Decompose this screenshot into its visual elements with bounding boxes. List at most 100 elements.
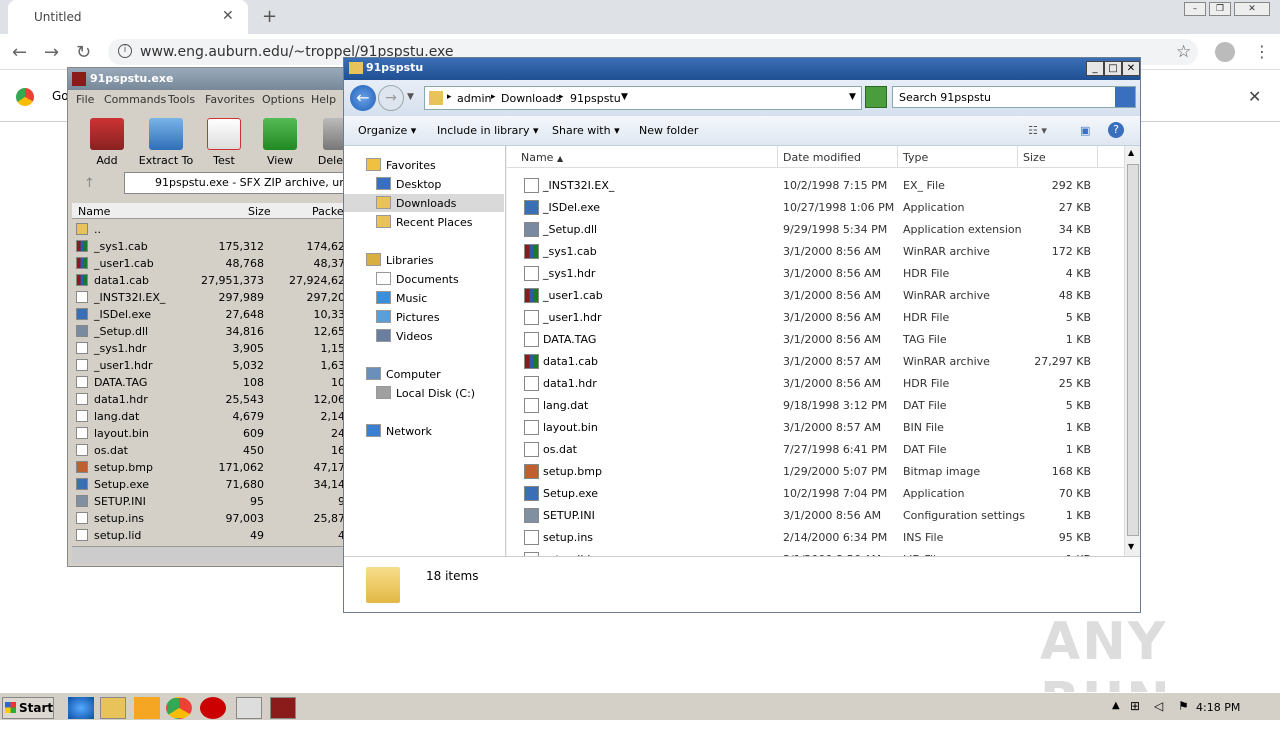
winrar-col-size[interactable]: Size: [248, 205, 271, 218]
add-button[interactable]: Add: [80, 118, 134, 167]
share-with-button[interactable]: Share with ▾: [552, 124, 620, 137]
show-hidden-icons-chevron-icon[interactable]: ▲: [1112, 700, 1120, 711]
archive-tool-icon[interactable]: [236, 697, 262, 719]
col-type[interactable]: Type: [903, 151, 928, 164]
nav-item-pictures[interactable]: Pictures: [344, 308, 504, 326]
search-input[interactable]: Search 91pspstu: [892, 86, 1136, 108]
winrar-list-item[interactable]: setup.bmp 171,062 47,175: [72, 459, 354, 476]
back-arrow-icon[interactable]: ←: [12, 42, 27, 63]
winrar-title-bar[interactable]: 91pspstu.exe: [68, 68, 358, 90]
bookmark-star-icon[interactable]: ☆: [1176, 42, 1191, 62]
chrome-taskbar-icon[interactable]: [166, 697, 192, 719]
refresh-icon[interactable]: [865, 86, 887, 108]
extract-to-button[interactable]: Extract To: [138, 118, 194, 167]
winrar-taskbar-icon[interactable]: [270, 697, 296, 719]
file-row[interactable]: os.dat 7/27/1998 6:41 PM DAT File 1 KB: [507, 438, 1124, 460]
winrar-menu-favorites[interactable]: Favorites: [205, 93, 255, 106]
file-row[interactable]: layout.bin 3/1/2000 8:57 AM BIN File 1 KB: [507, 416, 1124, 438]
winrar-list-item[interactable]: layout.bin 609 243: [72, 425, 354, 442]
nav-item-music[interactable]: Music: [344, 289, 504, 307]
winrar-list-item[interactable]: Setup.exe 71,680 34,141: [72, 476, 354, 493]
explorer-maximize-button[interactable]: □: [1104, 61, 1122, 76]
winrar-list-item[interactable]: DATA.TAG 108 103: [72, 374, 354, 391]
search-icon[interactable]: [1115, 87, 1135, 107]
tab-close-icon[interactable]: ✕: [222, 8, 234, 24]
recent-pages-chevron-icon[interactable]: ▼: [407, 92, 414, 102]
breadcrumb-91pspstu[interactable]: 91pspstu: [570, 92, 621, 105]
file-row[interactable]: _sys1.cab 3/1/2000 8:56 AM WinRAR archive 1…: [507, 240, 1124, 262]
nav-item-desktop[interactable]: Desktop: [344, 175, 504, 193]
breadcrumb[interactable]: ▸ admin ▸ Downloads ▸ 91pspstu ▼ ▼: [424, 86, 862, 110]
file-row[interactable]: Setup.exe 10/2/1998 7:04 PM Application 70 …: [507, 482, 1124, 504]
scrollbar-thumb[interactable]: [1127, 164, 1139, 536]
organize-button[interactable]: Organize ▾: [358, 124, 416, 137]
winrar-menu-tools[interactable]: Tools: [168, 93, 195, 106]
explorer-taskbar-icon[interactable]: [100, 697, 126, 719]
winrar-list-item[interactable]: setup.ins 97,003 25,876: [72, 510, 354, 527]
explorer-minimize-button[interactable]: _: [1086, 61, 1104, 76]
action-center-flag-icon[interactable]: ⚑: [1178, 699, 1189, 713]
scroll-down-icon[interactable]: ▼: [1128, 542, 1134, 551]
winrar-list-item[interactable]: setup.lid 49 45: [72, 527, 354, 544]
test-button[interactable]: Test: [200, 118, 248, 167]
column-divider[interactable]: [777, 146, 778, 168]
vertical-scrollbar[interactable]: ▲ ▼: [1124, 146, 1140, 556]
winrar-list-item[interactable]: data1.cab 27,951,373 27,924,621: [72, 272, 354, 289]
winrar-list-item[interactable]: lang.dat 4,679 2,140: [72, 408, 354, 425]
winrar-list-item[interactable]: _Setup.dll 34,816 12,656: [72, 323, 354, 340]
winrar-menu-options[interactable]: Options: [262, 93, 304, 106]
network-tray-icon[interactable]: ⊞: [1130, 699, 1140, 713]
breadcrumb-sep-icon[interactable]: ▸: [447, 92, 452, 102]
volume-icon[interactable]: ◁: [1154, 699, 1163, 713]
nav-item-recent-places[interactable]: Recent Places: [344, 213, 504, 231]
up-folder-icon[interactable]: ↑: [84, 176, 95, 191]
winrar-list-item[interactable]: _sys1.hdr 3,905 1,154: [72, 340, 354, 357]
breadcrumb-sep-icon[interactable]: ▸: [491, 92, 496, 102]
infobar-close-icon[interactable]: ✕: [1248, 87, 1261, 106]
file-row[interactable]: data1.cab 3/1/2000 8:57 AM WinRAR archive 2…: [507, 350, 1124, 372]
file-row[interactable]: DATA.TAG 3/1/2000 8:56 AM TAG File 1 KB: [507, 328, 1124, 350]
reload-icon[interactable]: ↻: [76, 42, 91, 63]
nav-item-computer[interactable]: Computer: [344, 365, 504, 383]
nav-item-downloads[interactable]: Downloads: [344, 194, 504, 212]
col-date-modified[interactable]: Date modified: [783, 151, 861, 164]
opera-icon[interactable]: [200, 697, 226, 719]
forward-button[interactable]: →: [378, 85, 404, 111]
winrar-list-item[interactable]: ..: [72, 221, 354, 238]
file-row[interactable]: setup.lid3/1/2000 8:56 AMLID File1 KB: [507, 548, 1124, 556]
view-button[interactable]: View: [254, 118, 306, 167]
winrar-list-item[interactable]: SETUP.INI 95 95: [72, 493, 354, 510]
breadcrumb-downloads[interactable]: Downloads: [501, 92, 561, 105]
nav-item-libraries[interactable]: Libraries: [344, 251, 504, 269]
breadcrumb-sep-icon[interactable]: ▸: [559, 92, 564, 102]
file-row[interactable]: lang.dat 9/18/1998 3:12 PM DAT File 5 KB: [507, 394, 1124, 416]
column-divider[interactable]: [1097, 146, 1098, 168]
file-row[interactable]: _INST32I.EX_ 10/2/1998 7:15 PM EX_ File 292…: [507, 174, 1124, 196]
internet-explorer-icon[interactable]: [68, 697, 94, 719]
winrar-list-item[interactable]: _INST32I.EX_ 297,989 297,209: [72, 289, 354, 306]
column-divider[interactable]: [1017, 146, 1018, 168]
winrar-list-item[interactable]: _user1.hdr 5,032 1,630: [72, 357, 354, 374]
winrar-list-item[interactable]: _ISDel.exe 27,648 10,332: [72, 306, 354, 323]
winrar-list-item[interactable]: _user1.cab 48,768 48,376: [72, 255, 354, 272]
nav-item-documents[interactable]: Documents: [344, 270, 504, 288]
file-row[interactable]: setup.bmp 1/29/2000 5:07 PM Bitmap image 16…: [507, 460, 1124, 482]
restore-button[interactable]: ❐: [1209, 2, 1231, 16]
col-size[interactable]: Size: [1023, 151, 1046, 164]
preview-pane-icon[interactable]: ▣: [1080, 124, 1090, 137]
forward-arrow-icon[interactable]: →: [44, 42, 59, 63]
view-options-icon[interactable]: ☷ ▾: [1028, 124, 1047, 137]
help-icon[interactable]: ?: [1108, 122, 1124, 138]
file-row[interactable]: _sys1.hdr 3/1/2000 8:56 AM HDR File 4 KB: [507, 262, 1124, 284]
winrar-list-item[interactable]: data1.hdr 25,543 12,067: [72, 391, 354, 408]
scroll-up-icon[interactable]: ▲: [1128, 148, 1134, 157]
info-icon[interactable]: i: [118, 44, 132, 58]
winrar-menu-help[interactable]: Help: [311, 93, 336, 106]
menu-icon[interactable]: ⋮: [1254, 42, 1270, 61]
new-folder-button[interactable]: New folder: [639, 124, 698, 137]
nav-item-local-disk-c[interactable]: Local Disk (C:): [344, 384, 504, 402]
col-name[interactable]: Name ▲: [521, 151, 563, 164]
winrar-list-item[interactable]: os.dat 450 169: [72, 442, 354, 459]
nav-item-network[interactable]: Network: [344, 422, 504, 440]
file-row[interactable]: setup.ins 2/14/2000 6:34 PM INS File 95 KB: [507, 526, 1124, 548]
